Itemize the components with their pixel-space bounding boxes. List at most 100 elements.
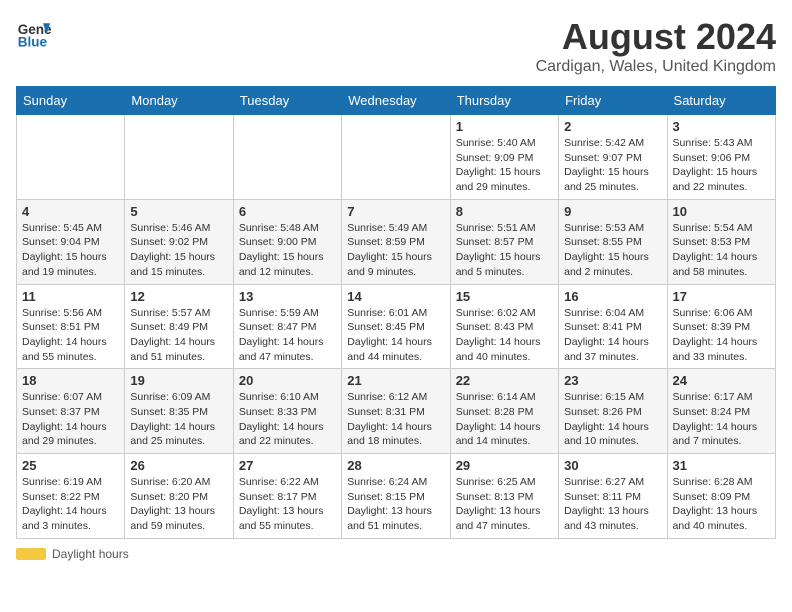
day-cell: 7 Sunrise: 5:49 AMSunset: 8:59 PMDaylight… <box>342 199 450 284</box>
day-number: 27 <box>239 458 336 473</box>
day-info: Sunrise: 5:49 AMSunset: 8:59 PMDaylight:… <box>347 221 444 280</box>
calendar: SundayMondayTuesdayWednesdayThursdayFrid… <box>16 86 776 539</box>
title-area: August 2024 Cardigan, Wales, United King… <box>536 16 776 76</box>
day-info: Sunrise: 5:57 AMSunset: 8:49 PMDaylight:… <box>130 306 227 365</box>
day-info: Sunrise: 6:10 AMSunset: 8:33 PMDaylight:… <box>239 390 336 449</box>
week-row-3: 18 Sunrise: 6:07 AMSunset: 8:37 PMDayligh… <box>17 369 776 454</box>
day-number: 2 <box>564 119 661 134</box>
day-cell: 29 Sunrise: 6:25 AMSunset: 8:13 PMDayligh… <box>450 454 558 539</box>
day-cell: 17 Sunrise: 6:06 AMSunset: 8:39 PMDayligh… <box>667 284 775 369</box>
day-number: 31 <box>673 458 770 473</box>
day-info: Sunrise: 6:09 AMSunset: 8:35 PMDaylight:… <box>130 390 227 449</box>
day-info: Sunrise: 6:25 AMSunset: 8:13 PMDaylight:… <box>456 475 553 534</box>
daylight-label: Daylight hours <box>52 547 129 561</box>
day-cell: 22 Sunrise: 6:14 AMSunset: 8:28 PMDayligh… <box>450 369 558 454</box>
day-cell: 23 Sunrise: 6:15 AMSunset: 8:26 PMDayligh… <box>559 369 667 454</box>
day-number: 25 <box>22 458 119 473</box>
day-info: Sunrise: 6:17 AMSunset: 8:24 PMDaylight:… <box>673 390 770 449</box>
day-number: 7 <box>347 204 444 219</box>
day-cell <box>125 115 233 200</box>
day-number: 18 <box>22 373 119 388</box>
day-number: 22 <box>456 373 553 388</box>
day-number: 5 <box>130 204 227 219</box>
day-info: Sunrise: 6:06 AMSunset: 8:39 PMDaylight:… <box>673 306 770 365</box>
day-cell: 30 Sunrise: 6:27 AMSunset: 8:11 PMDayligh… <box>559 454 667 539</box>
day-info: Sunrise: 6:27 AMSunset: 8:11 PMDaylight:… <box>564 475 661 534</box>
day-number: 10 <box>673 204 770 219</box>
logo-icon: General Blue <box>16 16 52 52</box>
day-number: 17 <box>673 289 770 304</box>
day-number: 4 <box>22 204 119 219</box>
day-number: 16 <box>564 289 661 304</box>
day-cell: 3 Sunrise: 5:43 AMSunset: 9:06 PMDaylight… <box>667 115 775 200</box>
day-info: Sunrise: 5:43 AMSunset: 9:06 PMDaylight:… <box>673 136 770 195</box>
day-info: Sunrise: 5:48 AMSunset: 9:00 PMDaylight:… <box>239 221 336 280</box>
weekday-header-row: SundayMondayTuesdayWednesdayThursdayFrid… <box>17 87 776 115</box>
day-info: Sunrise: 6:01 AMSunset: 8:45 PMDaylight:… <box>347 306 444 365</box>
day-cell: 21 Sunrise: 6:12 AMSunset: 8:31 PMDayligh… <box>342 369 450 454</box>
day-number: 8 <box>456 204 553 219</box>
day-info: Sunrise: 6:14 AMSunset: 8:28 PMDaylight:… <box>456 390 553 449</box>
day-number: 28 <box>347 458 444 473</box>
day-cell: 28 Sunrise: 6:24 AMSunset: 8:15 PMDayligh… <box>342 454 450 539</box>
day-number: 20 <box>239 373 336 388</box>
day-info: Sunrise: 6:22 AMSunset: 8:17 PMDaylight:… <box>239 475 336 534</box>
day-info: Sunrise: 6:12 AMSunset: 8:31 PMDaylight:… <box>347 390 444 449</box>
day-number: 24 <box>673 373 770 388</box>
day-cell <box>233 115 341 200</box>
weekday-header-saturday: Saturday <box>667 87 775 115</box>
day-info: Sunrise: 5:45 AMSunset: 9:04 PMDaylight:… <box>22 221 119 280</box>
day-number: 13 <box>239 289 336 304</box>
day-info: Sunrise: 5:53 AMSunset: 8:55 PMDaylight:… <box>564 221 661 280</box>
day-info: Sunrise: 6:15 AMSunset: 8:26 PMDaylight:… <box>564 390 661 449</box>
day-cell: 16 Sunrise: 6:04 AMSunset: 8:41 PMDayligh… <box>559 284 667 369</box>
main-title: August 2024 <box>536 16 776 58</box>
weekday-header-sunday: Sunday <box>17 87 125 115</box>
day-info: Sunrise: 6:04 AMSunset: 8:41 PMDaylight:… <box>564 306 661 365</box>
day-info: Sunrise: 5:54 AMSunset: 8:53 PMDaylight:… <box>673 221 770 280</box>
day-cell <box>342 115 450 200</box>
day-number: 29 <box>456 458 553 473</box>
day-info: Sunrise: 6:28 AMSunset: 8:09 PMDaylight:… <box>673 475 770 534</box>
day-cell: 2 Sunrise: 5:42 AMSunset: 9:07 PMDaylight… <box>559 115 667 200</box>
day-cell: 20 Sunrise: 6:10 AMSunset: 8:33 PMDayligh… <box>233 369 341 454</box>
day-cell: 18 Sunrise: 6:07 AMSunset: 8:37 PMDayligh… <box>17 369 125 454</box>
week-row-0: 1Sunrise: 5:40 AMSunset: 9:09 PMDaylight… <box>17 115 776 200</box>
daylight-bar-icon <box>16 548 46 560</box>
weekday-header-friday: Friday <box>559 87 667 115</box>
day-cell: 24 Sunrise: 6:17 AMSunset: 8:24 PMDayligh… <box>667 369 775 454</box>
day-info: Sunrise: 5:46 AMSunset: 9:02 PMDaylight:… <box>130 221 227 280</box>
day-info: Sunrise: 6:02 AMSunset: 8:43 PMDaylight:… <box>456 306 553 365</box>
footer: Daylight hours <box>16 547 776 561</box>
day-number: 12 <box>130 289 227 304</box>
day-number: 21 <box>347 373 444 388</box>
day-number: 26 <box>130 458 227 473</box>
day-number: 30 <box>564 458 661 473</box>
header: General Blue August 2024 Cardigan, Wales… <box>16 16 776 76</box>
day-cell <box>17 115 125 200</box>
day-cell: 31 Sunrise: 6:28 AMSunset: 8:09 PMDayligh… <box>667 454 775 539</box>
weekday-header-thursday: Thursday <box>450 87 558 115</box>
day-cell: 1Sunrise: 5:40 AMSunset: 9:09 PMDaylight… <box>450 115 558 200</box>
day-cell: 26Sunrise: 6:20 AMSunset: 8:20 PMDayligh… <box>125 454 233 539</box>
day-info: Sunrise: 6:07 AMSunset: 8:37 PMDaylight:… <box>22 390 119 449</box>
week-row-4: 25 Sunrise: 6:19 AMSunset: 8:22 PMDayligh… <box>17 454 776 539</box>
day-info: Sunrise: 6:24 AMSunset: 8:15 PMDaylight:… <box>347 475 444 534</box>
day-info: Sunrise: 5:40 AMSunset: 9:09 PMDaylight:… <box>456 136 553 195</box>
day-number: 11 <box>22 289 119 304</box>
day-cell: 25 Sunrise: 6:19 AMSunset: 8:22 PMDayligh… <box>17 454 125 539</box>
day-info: Sunrise: 5:51 AMSunset: 8:57 PMDaylight:… <box>456 221 553 280</box>
day-cell: 19Sunrise: 6:09 AMSunset: 8:35 PMDayligh… <box>125 369 233 454</box>
day-info: Sunrise: 5:56 AMSunset: 8:51 PMDaylight:… <box>22 306 119 365</box>
day-number: 6 <box>239 204 336 219</box>
day-number: 3 <box>673 119 770 134</box>
day-cell: 4 Sunrise: 5:45 AMSunset: 9:04 PMDaylight… <box>17 199 125 284</box>
day-info: Sunrise: 6:19 AMSunset: 8:22 PMDaylight:… <box>22 475 119 534</box>
weekday-header-monday: Monday <box>125 87 233 115</box>
day-cell: 8 Sunrise: 5:51 AMSunset: 8:57 PMDaylight… <box>450 199 558 284</box>
day-cell: 14Sunrise: 6:01 AMSunset: 8:45 PMDayligh… <box>342 284 450 369</box>
day-cell: 6 Sunrise: 5:48 AMSunset: 9:00 PMDaylight… <box>233 199 341 284</box>
day-number: 23 <box>564 373 661 388</box>
day-info: Sunrise: 5:42 AMSunset: 9:07 PMDaylight:… <box>564 136 661 195</box>
day-cell: 11 Sunrise: 5:56 AMSunset: 8:51 PMDayligh… <box>17 284 125 369</box>
